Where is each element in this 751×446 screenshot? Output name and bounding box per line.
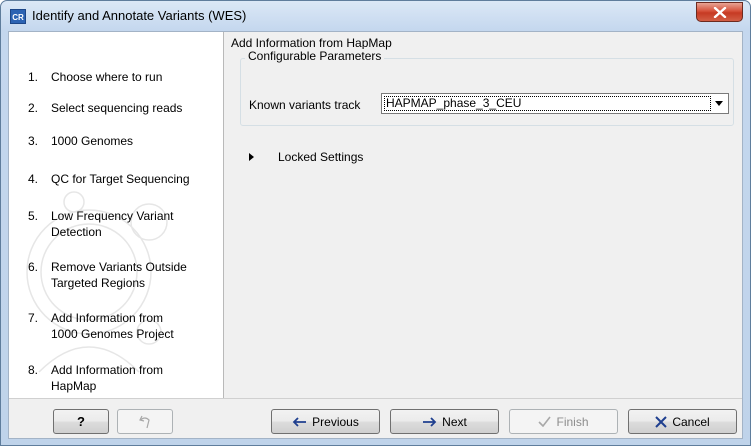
expand-arrow-icon	[249, 153, 254, 161]
step-number: 6.	[28, 260, 39, 274]
previous-button[interactable]: Previous	[271, 409, 380, 434]
known-variants-value: HAPMAP_phase_3_CEU	[386, 96, 522, 110]
reset-icon	[139, 415, 150, 428]
step-label: Add Information from 1000 Genomes Projec…	[51, 311, 174, 341]
step-content-panel: Add Information from HapMap Configurable…	[225, 32, 742, 398]
configurable-parameters-group	[240, 58, 734, 126]
arrow-right-icon	[423, 416, 437, 427]
cancel-button[interactable]: Cancel	[628, 409, 737, 434]
step-title: Add Information from HapMap	[231, 36, 392, 50]
help-label: ?	[77, 414, 85, 429]
group-title: Configurable Parameters	[245, 49, 385, 63]
previous-label: Previous	[312, 414, 359, 429]
step-number: 4.	[28, 172, 39, 186]
dialog-client: 1. Choose where to run 2. Select sequenc…	[8, 31, 743, 439]
help-button[interactable]: ?	[53, 409, 109, 434]
step-label: Low Frequency Variant Detection	[51, 209, 174, 239]
next-button[interactable]: Next	[390, 409, 499, 434]
step-number: 1.	[28, 70, 39, 84]
dialog-footer: ? Previous Next Finish Cancel	[9, 398, 742, 438]
step-number: 8.	[28, 363, 39, 377]
title-bar[interactable]: CR Identify and Annotate Variants (WES)	[1, 1, 750, 31]
chevron-down-icon	[715, 101, 723, 106]
finish-button[interactable]: Finish	[509, 409, 618, 434]
checkmark-icon	[538, 416, 552, 427]
step-number: 7.	[28, 311, 39, 325]
step-label: 1000 Genomes	[51, 134, 134, 148]
arrow-left-icon	[292, 416, 307, 427]
cancel-label: Cancel	[672, 414, 710, 429]
known-variants-label: Known variants track	[249, 98, 361, 112]
step-label: Choose where to run	[51, 70, 163, 84]
x-icon	[655, 415, 668, 428]
reset-button[interactable]	[117, 409, 173, 434]
step-number: 2.	[28, 101, 39, 115]
step-number: 5.	[28, 209, 39, 223]
close-button[interactable]	[696, 2, 743, 22]
locked-settings-label: Locked Settings	[278, 150, 364, 164]
step-label: Select sequencing reads	[51, 101, 183, 115]
step-label: Add Information from HapMap	[51, 363, 164, 393]
window-title: Identify and Annotate Variants (WES)	[32, 8, 247, 23]
known-variants-select[interactable]: HAPMAP_phase_3_CEU	[381, 93, 729, 114]
step-label: QC for Target Sequencing	[51, 172, 190, 186]
step-number: 3.	[28, 134, 39, 148]
app-icon: CR	[10, 9, 26, 24]
dialog-window: CR Identify and Annotate Variants (WES)	[0, 0, 751, 446]
wizard-steps-sidebar: 1. Choose where to run 2. Select sequenc…	[9, 32, 224, 398]
close-icon	[713, 7, 727, 18]
finish-label: Finish	[556, 414, 589, 429]
step-label: Remove Variants Outside Targeted Regions	[51, 260, 187, 290]
next-label: Next	[442, 414, 467, 429]
